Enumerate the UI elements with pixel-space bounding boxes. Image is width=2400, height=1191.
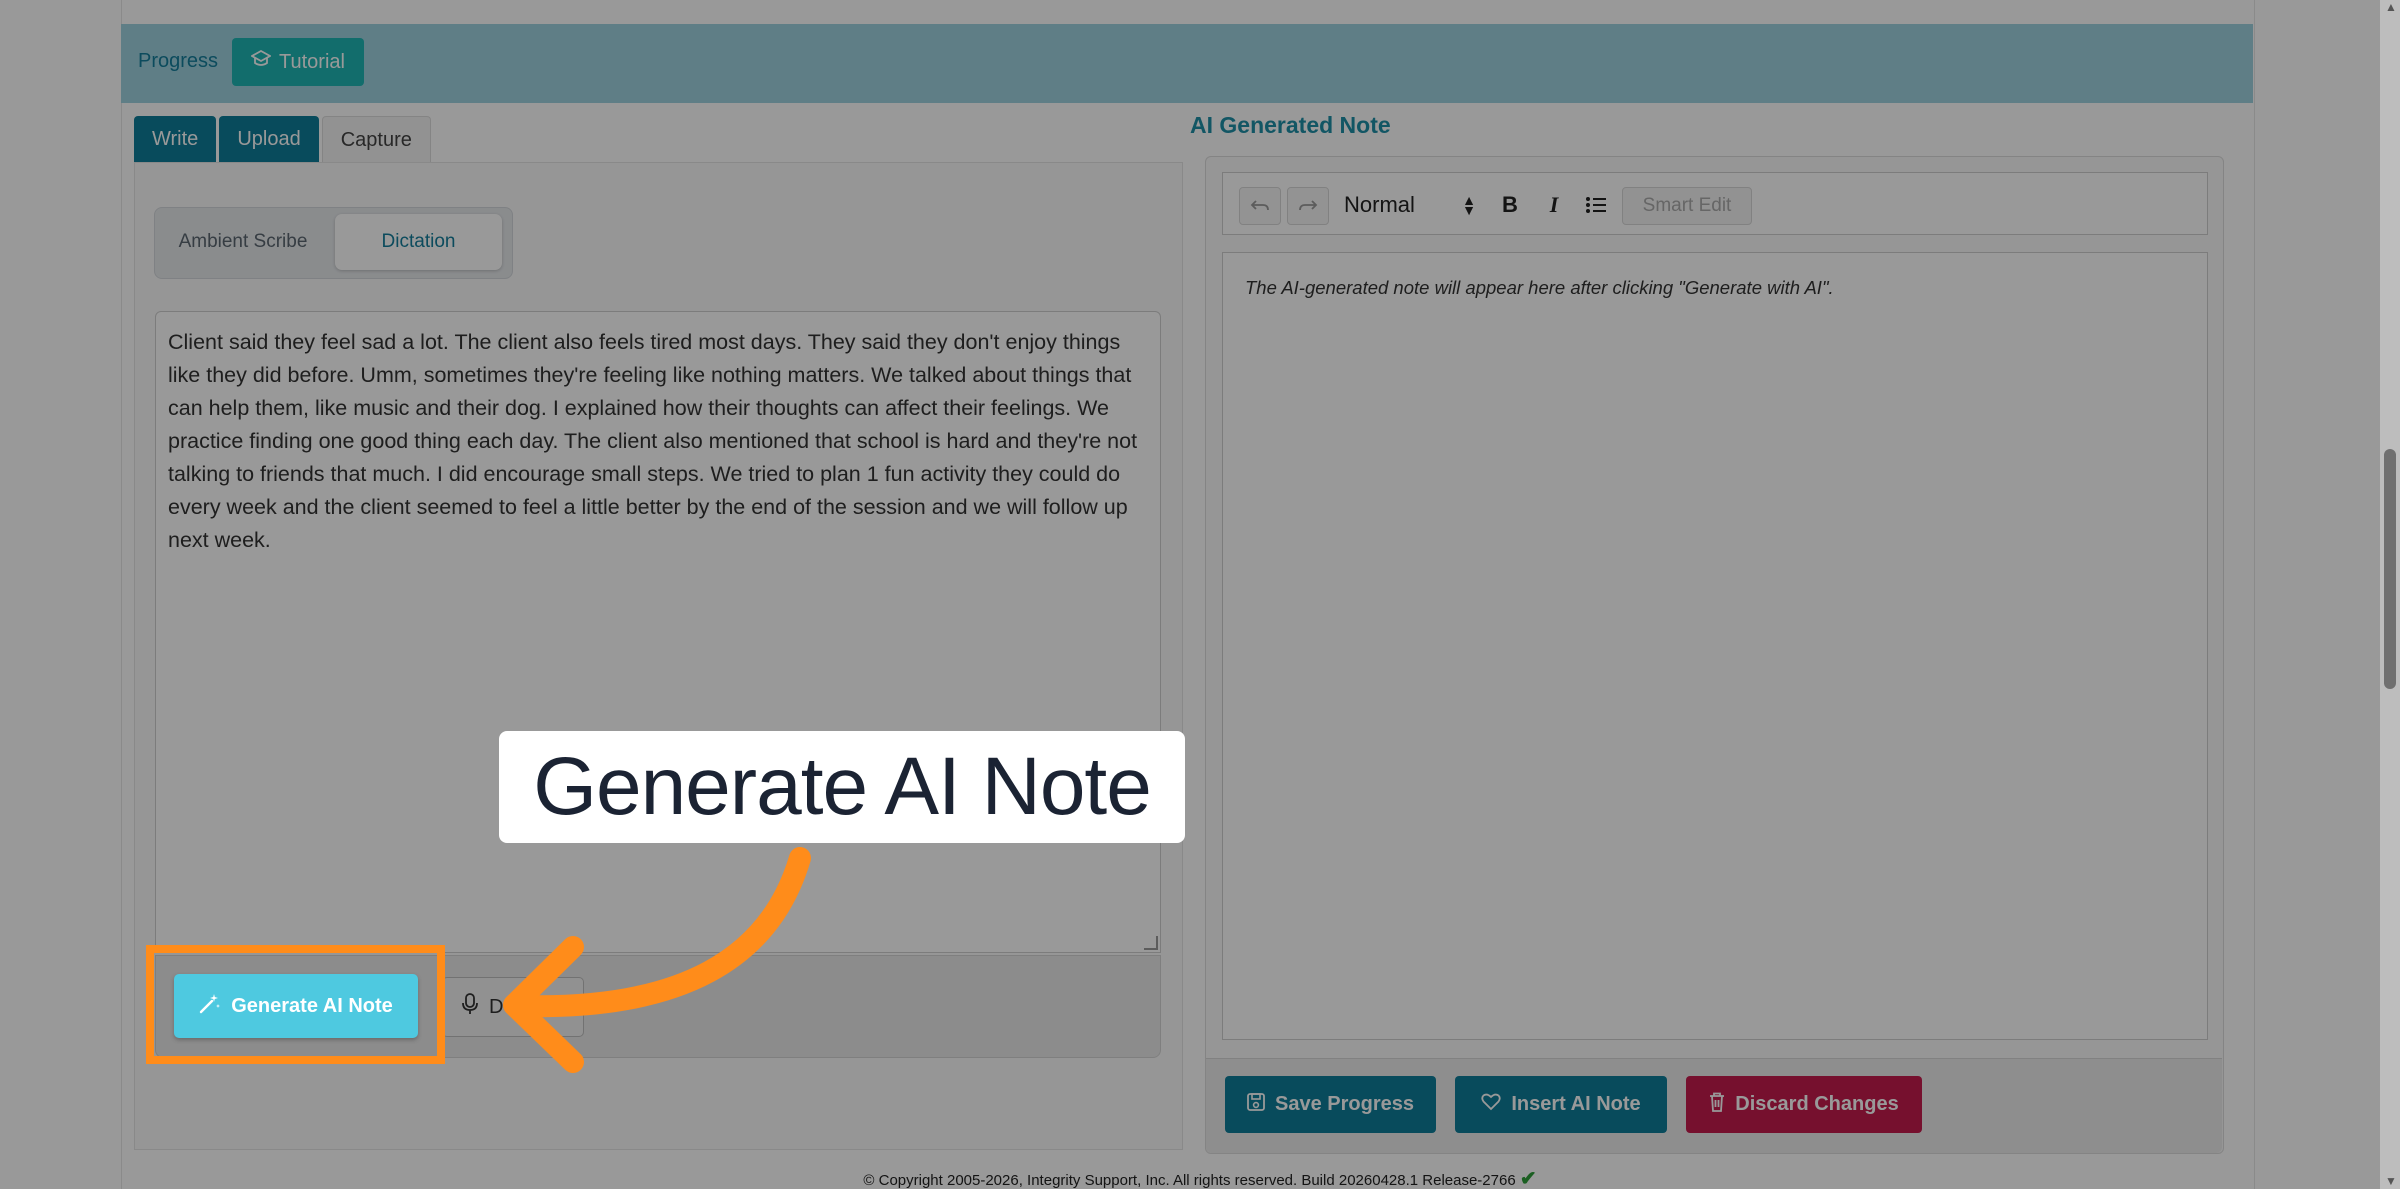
scrollbar-thumb[interactable] [2384,449,2396,689]
magic-wand-icon [199,992,221,1020]
scroll-down-icon[interactable]: ▼ [2385,1174,2397,1188]
scroll-up-icon[interactable]: ▲ [2385,0,2397,14]
generate-ai-note-label: Generate AI Note [231,994,393,1017]
page: Progress Tutorial Write Upload Capture A… [0,0,2400,1190]
generate-ai-note-button[interactable]: Generate AI Note [174,974,418,1038]
tutorial-callout: Generate AI Note [499,731,1185,843]
tutorial-callout-text: Generate AI Note [533,741,1152,832]
